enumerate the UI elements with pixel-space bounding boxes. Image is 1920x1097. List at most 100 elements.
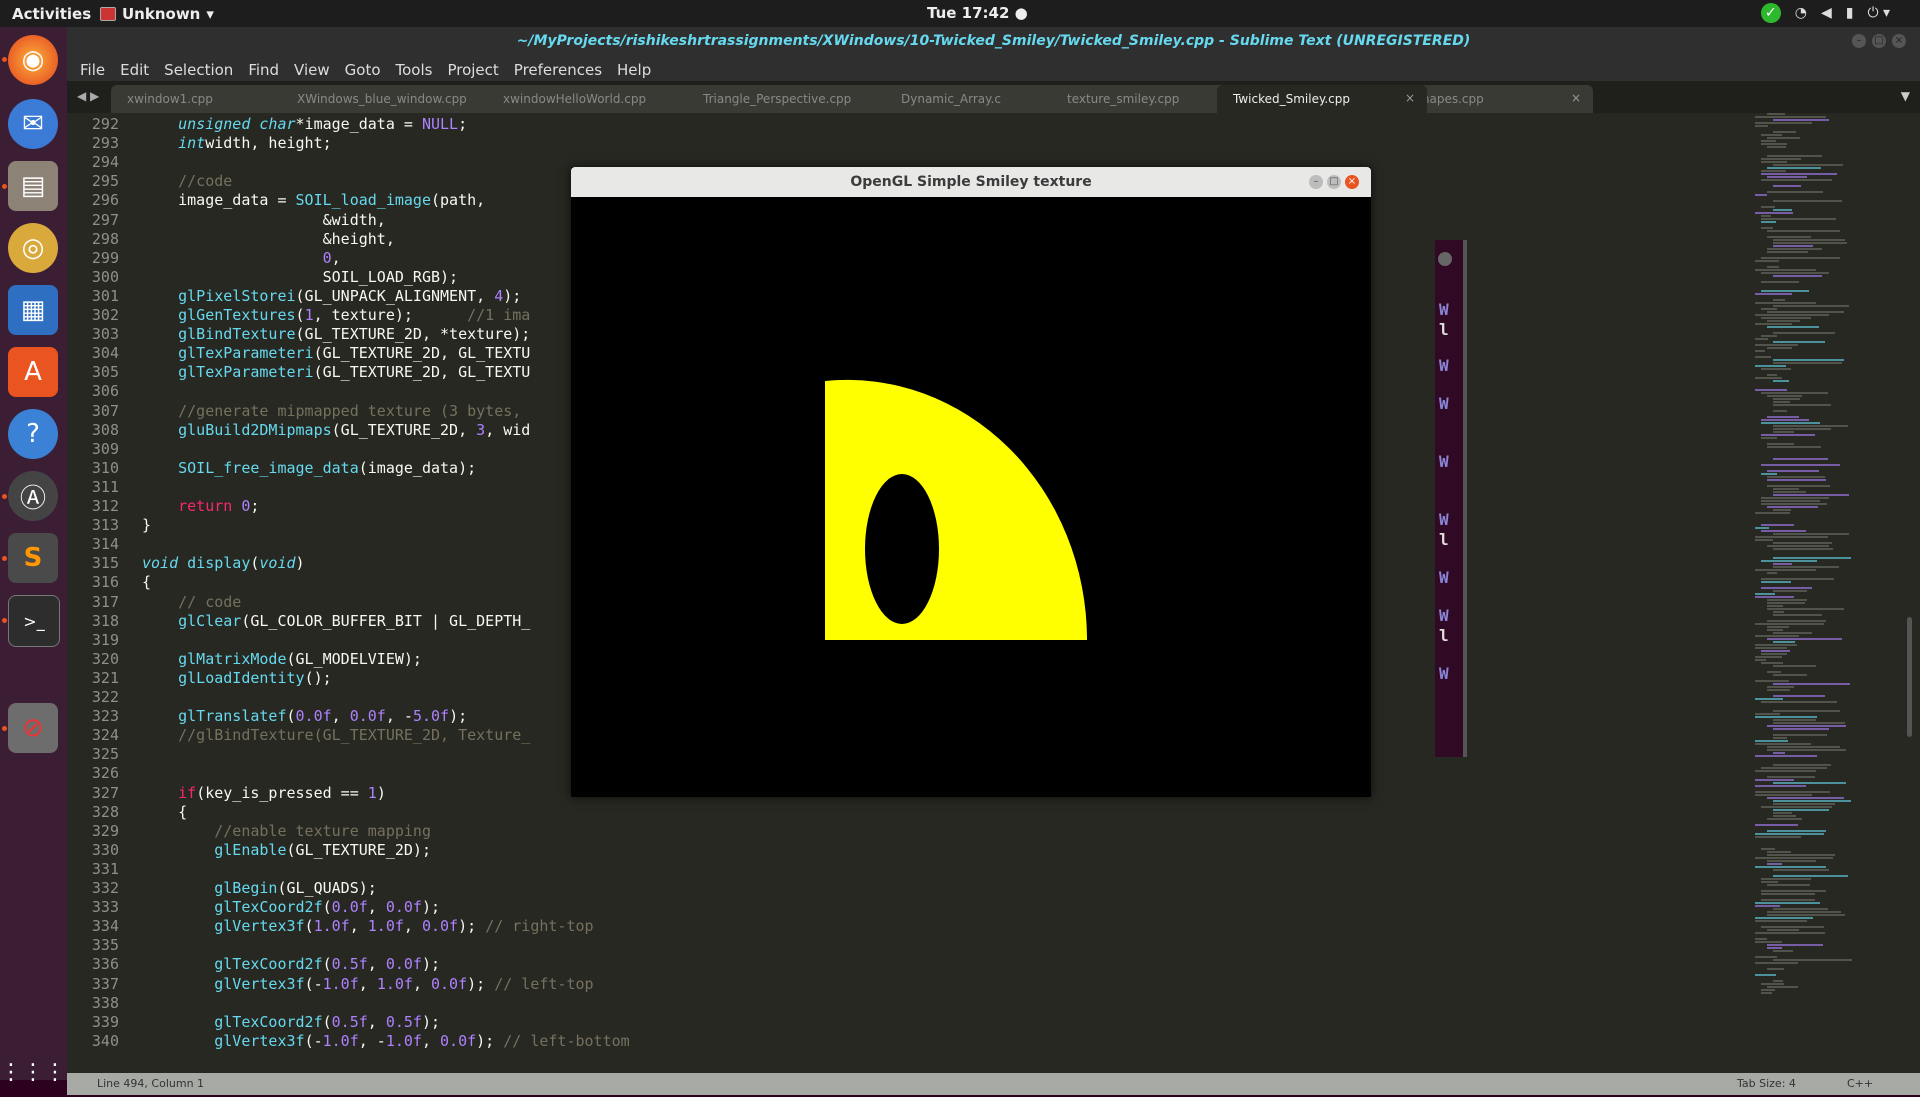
code-line[interactable]: unsigned char*image_data = NULL; [142,115,467,133]
code-line[interactable]: glBindTexture(GL_TEXTURE_2D, *texture); [142,325,530,343]
maximize-button[interactable]: □ [1327,175,1341,189]
code-line[interactable]: &height, [142,230,395,248]
code-line[interactable]: glEnable(GL_TEXTURE_2D); [142,841,431,859]
wifi-icon[interactable]: ◔ [1795,5,1807,21]
code-line[interactable]: // code [142,593,241,611]
close-icon[interactable] [1438,252,1452,266]
minimap-line [1755,755,1817,757]
system-tray[interactable]: ✓ ◔ ◀ ▮ ⏻ ▾ [1760,3,1890,23]
check-icon[interactable]: ✓ [1760,3,1781,23]
code-line[interactable]: //enable texture mapping [142,822,431,840]
code-line[interactable]: glPixelStorei(GL_UNPACK_ALIGNMENT, 4); [142,287,521,305]
window-titlebar[interactable]: ~/MyProjects/rishikeshrtrassignments/XWi… [67,27,1920,57]
code-line[interactable]: glGenTextures(1, texture); //1 ima [142,306,530,324]
menu-goto[interactable]: Goto [338,57,389,81]
status-bar: Line 494, Column 1 Tab Size: 4 C++ [67,1073,1920,1095]
minimap[interactable] [1747,113,1920,1073]
menu-find[interactable]: Find [241,57,287,81]
tab-nav-arrows[interactable]: ◀ ▶ [77,89,99,103]
help-icon[interactable]: ? [8,409,58,459]
code-line[interactable]: //generate mipmapped texture (3 bytes, [142,402,521,420]
code-line[interactable]: glMatrixMode(GL_MODELVIEW); [142,650,422,668]
code-line[interactable]: if(key_is_pressed == 1) [142,784,386,802]
code-line[interactable]: image_data = SOIL_load_image(path, [142,191,485,209]
code-line[interactable]: return 0; [142,497,259,515]
minimize-button[interactable]: – [1309,175,1323,189]
close-button[interactable]: × [1892,34,1906,48]
minimize-button[interactable]: – [1852,34,1866,48]
code-line[interactable]: glTexCoord2f(0.5f, 0.0f); [142,955,440,973]
code-line[interactable]: 0, [142,249,341,267]
code-line[interactable]: glVertex3f(1.0f, 1.0f, 0.0f); // right-t… [142,917,593,935]
code-line[interactable]: glLoadIdentity(); [142,669,332,687]
code-line[interactable]: } [142,516,151,534]
line-number: 310 [91,458,119,477]
code-line[interactable]: &width, [142,211,386,229]
code-line[interactable]: glBegin(GL_QUADS); [142,879,377,897]
minimap-line [1761,179,1832,181]
tab-twicked-smiley-active-file[interactable]: Twicked_Smiley.cpp × [1217,85,1427,113]
code-line[interactable]: { [142,573,151,591]
menu-selection[interactable]: Selection [157,57,241,81]
menu-tools[interactable]: Tools [389,57,441,81]
code-line[interactable]: gluBuild2DMipmaps(GL_TEXTURE_2D, 3, wid [142,421,530,439]
show-apps-icon[interactable]: ⋮⋮⋮ [0,1047,66,1097]
volume-icon[interactable]: ◀ [1821,5,1832,21]
close-icon[interactable]: × [1571,91,1581,105]
close-button[interactable]: × [1345,175,1359,189]
tab-dropdown-icon[interactable]: ▼ [1901,89,1910,103]
updater-icon[interactable]: Ⓐ [8,471,58,521]
background-terminal-window[interactable]: WlWWWWlWWlW [1435,240,1467,757]
code-line[interactable]: SOIL_LOAD_RGB); [142,268,458,286]
battery-icon[interactable]: ▮ [1846,5,1854,21]
software-icon[interactable]: A [8,347,58,397]
rhythmbox-icon[interactable]: ◎ [8,223,58,273]
code-line[interactable]: glClear(GL_COLOR_BUFFER_BIT | GL_DEPTH_ [142,612,530,630]
minimap-line [1755,293,1792,295]
power-icon[interactable]: ⏻ ▾ [1867,5,1890,21]
code-line[interactable]: glTexParameteri(GL_TEXTURE_2D, GL_TEXTU [142,363,530,381]
gl-canvas[interactable] [571,197,1371,797]
disabled-app-icon[interactable]: ⊘ [8,703,58,753]
code-line[interactable]: glVertex3f(-1.0f, -1.0f, 0.0f); // left-… [142,1032,629,1050]
menu-view[interactable]: View [287,57,338,81]
code-line[interactable]: glTexCoord2f(0.5f, 0.5f); [142,1013,440,1031]
syntax-mode[interactable]: C++ [1847,1077,1873,1090]
code-line[interactable]: glTexParameteri(GL_TEXTURE_2D, GL_TEXTU [142,344,530,362]
code-line[interactable]: glTexCoord2f(0.0f, 0.0f); [142,898,440,916]
files-icon[interactable]: ▤ [8,161,58,211]
menu-project[interactable]: Project [440,57,506,81]
thunderbird-icon[interactable]: ✉ [8,99,58,149]
tab-size[interactable]: Tab Size: 4 [1737,1077,1796,1090]
menu-edit[interactable]: Edit [113,57,157,81]
code-line[interactable]: //code [142,172,232,190]
firefox-icon[interactable]: ◉ [8,35,58,85]
menu-preferences[interactable]: Preferences [507,57,610,81]
menu-file[interactable]: File [73,57,113,81]
code-line[interactable]: void display(void) [142,554,305,572]
code-line[interactable]: SOIL_free_image_data(image_data); [142,459,476,477]
activities-button[interactable]: Activities [12,5,91,23]
code-line[interactable]: //glBindTexture(GL_TEXTURE_2D, Texture_ [142,726,530,744]
scrollbar[interactable] [1907,617,1912,737]
maximize-button[interactable]: □ [1872,34,1886,48]
minimap-line [1755,905,1780,907]
clock[interactable]: Tue 17:42 ● [927,4,1028,22]
cursor-position[interactable]: Line 494, Column 1 [97,1077,204,1090]
dock: ◉ ✉ ▤ ◎ ▦ A ? Ⓐ S >_ ⊘ ⋮⋮⋮ [0,27,67,1085]
app-menu[interactable]: Unknown ▾ [100,5,214,23]
opengl-window[interactable]: OpenGL Simple Smiley texture – □ × [571,167,1371,797]
writer-icon[interactable]: ▦ [8,285,58,335]
gl-window-titlebar[interactable]: OpenGL Simple Smiley texture [571,167,1371,197]
terminal-char: W [1439,356,1449,375]
code-line[interactable]: { [142,803,187,821]
code-line[interactable]: intwidth, height; [142,134,332,152]
terminal-icon[interactable]: >_ [8,595,60,647]
minimap-line [1755,956,1777,958]
sublime-icon[interactable]: S [8,533,58,583]
tab-xwindows-blue-window[interactable]: XWindows_blue_window.cpp● [281,85,511,113]
close-icon[interactable]: × [1405,91,1415,105]
code-line[interactable]: glTranslatef(0.0f, 0.0f, -5.0f); [142,707,467,725]
code-line[interactable]: glVertex3f(-1.0f, 1.0f, 0.0f); // left-t… [142,975,593,993]
menu-help[interactable]: Help [610,57,659,81]
